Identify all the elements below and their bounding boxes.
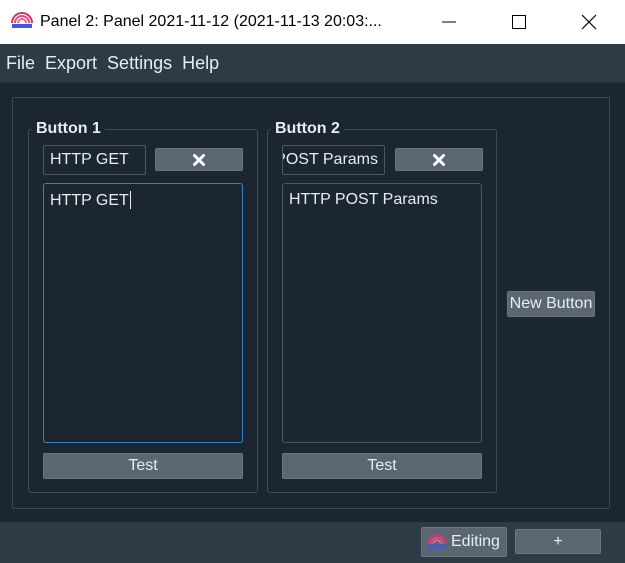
menu-help[interactable]: Help	[176, 44, 223, 83]
button-content-editor-2[interactable]: HTTP POST Params	[282, 183, 482, 443]
status-bar: Editing +	[0, 522, 625, 563]
close-icon	[581, 14, 597, 30]
content-text-1: HTTP GET	[50, 192, 129, 209]
button-name-input-1[interactable]: HTTP GET	[43, 145, 146, 175]
editing-toggle-button[interactable]: Editing	[421, 527, 507, 557]
button-name-input-2[interactable]: HTTP POST Params	[282, 145, 385, 175]
menu-export[interactable]: Export	[39, 44, 101, 83]
test-button-1[interactable]: Test	[43, 453, 243, 479]
broadcast-icon	[11, 12, 33, 28]
heavy-x-icon	[433, 153, 445, 166]
minimize-button[interactable]	[426, 0, 472, 44]
minimize-icon	[442, 21, 456, 23]
maximize-icon	[512, 15, 526, 29]
heavy-x-icon	[193, 153, 205, 166]
broadcast-icon	[427, 533, 447, 549]
button-content-editor-1[interactable]: HTTP GET	[43, 183, 243, 443]
new-button[interactable]: New Button	[507, 291, 595, 317]
editing-label: Editing	[451, 533, 500, 550]
add-panel-button[interactable]: +	[515, 529, 601, 554]
content-text-2: HTTP POST Params	[289, 191, 438, 208]
group-title-1: Button 1	[32, 120, 105, 138]
test-button-2[interactable]: Test	[282, 453, 482, 479]
delete-button-2[interactable]	[395, 148, 483, 171]
menu-settings[interactable]: Settings	[101, 44, 176, 83]
window-title: Panel 2: Panel 2021-11-12 (2021-11-13 20…	[40, 13, 382, 30]
title-bar: Panel 2: Panel 2021-11-12 (2021-11-13 20…	[0, 0, 625, 44]
maximize-button[interactable]	[496, 0, 542, 44]
close-button[interactable]	[566, 0, 612, 44]
menu-file[interactable]: File	[0, 44, 39, 83]
text-caret	[129, 191, 131, 209]
button-name-text-2: HTTP POST Params	[283, 151, 378, 168]
delete-button-1[interactable]	[155, 148, 243, 171]
menu-bar: File Export Settings Help	[0, 44, 625, 83]
group-title-2: Button 2	[271, 120, 344, 138]
